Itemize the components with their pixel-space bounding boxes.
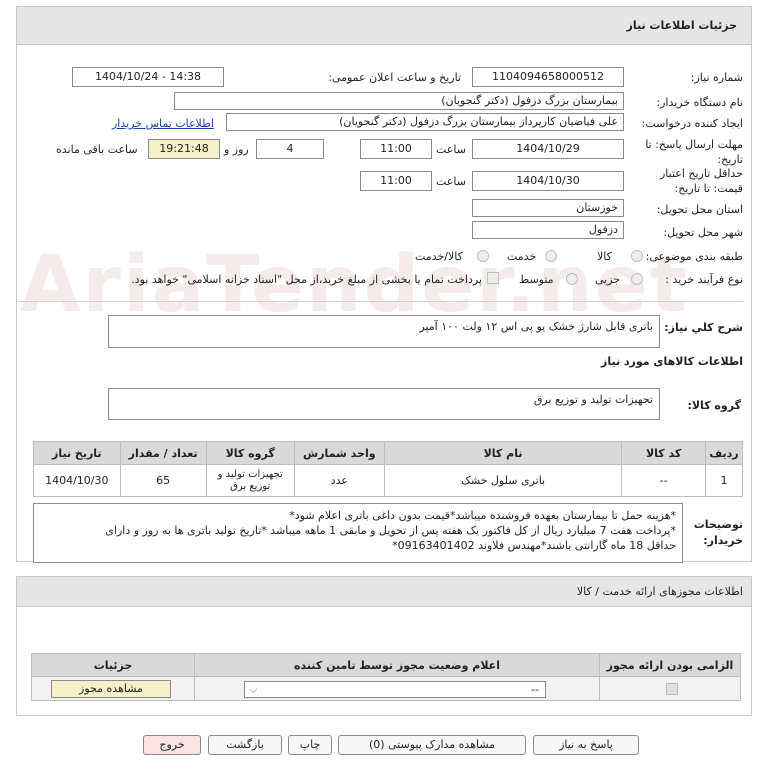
license-panel-header: اطلاعات مجوزهای ارائه خدمت / کالا [17, 577, 751, 607]
category-option-goods-service: کالا/خدمت [415, 250, 463, 263]
items-table-header: تاریخ نیاز تعداد / مقدار گروه کالا واحد … [33, 441, 743, 465]
chevron-down-icon: ⌵ [249, 683, 258, 696]
exit-button[interactable]: خروج [143, 735, 201, 755]
days-label: روز و [224, 143, 249, 156]
process-option-medium: متوسط [519, 273, 554, 286]
back-button[interactable]: بازگشت [208, 735, 282, 755]
col-unit: واحد شمارش [293, 441, 385, 465]
price-validity-date-field: 1404/10/30 [472, 171, 624, 191]
view-docs-button[interactable]: مشاهده مدارک پیوستی (0) [338, 735, 526, 755]
section-divider [18, 301, 743, 302]
payment-note: پرداخت تمام یا بخشی از مبلغ خرید،از محل … [131, 273, 482, 286]
goods-section-title: اطلاعات کالاهای مورد نیاز [601, 355, 743, 368]
buyer-note-line-3: حداقل 18 ماه گارانتی باشند*مهندس فلاوند … [392, 539, 676, 552]
need-number-field: 1104094658000512 [472, 67, 624, 87]
goods-group-label: گروه کالا: [687, 399, 741, 412]
city-field: دزفول [472, 221, 624, 239]
reply-button[interactable]: پاسخ به نیاز [533, 735, 639, 755]
category-option-goods: کالا [597, 250, 612, 263]
col-row-number: تاریخ نیاز [33, 441, 121, 465]
price-validity-time-field: 11:00 [360, 171, 432, 191]
table-row: 1404/10/30 65 تجهیزات تولید و توزیع برق … [33, 464, 743, 497]
col-license-status: اعلام وضعیت مجوز توسط تامین کننده [194, 653, 600, 677]
col-quantity: تعداد / مقدار [119, 441, 207, 465]
buyer-org-field: بیمارستان بزرگ دزفول (دکتر گنجویان) [174, 92, 624, 110]
buyer-note-line-2: *پرداخت هفت 7 میلیارد ریال از کل فاکتور … [105, 524, 676, 537]
category-radio-service[interactable] [545, 250, 557, 262]
summary-label: شرح كلي نياز: [664, 321, 743, 334]
category-radio-goods-service[interactable] [477, 250, 489, 262]
col-license-required: الزامی بودن ارائه مجوز [599, 653, 741, 677]
col-details: جزئیات [31, 653, 195, 677]
price-validity-time-label: ساعت [436, 175, 466, 188]
cell-unit: عدد [293, 464, 385, 497]
remaining-label: ساعت باقی مانده [56, 143, 138, 156]
treasury-payment-checkbox[interactable] [487, 272, 499, 284]
process-option-minor: جزیی [595, 273, 621, 286]
goods-group-textarea: تجهیزات تولید و توزیع برق [108, 388, 660, 420]
license-required-checkbox [666, 683, 678, 695]
cell-index: 1 [705, 464, 743, 497]
contact-buyer-link[interactable]: اطلاعات تماس خریدار [112, 117, 214, 130]
panel-header: جزئیات اطلاعات نیاز [17, 7, 751, 45]
announce-label: تاریخ و ساعت اعلان عمومی: [328, 71, 461, 84]
license-panel-title: اطلاعات مجوزهای ارائه خدمت / کالا [576, 585, 743, 598]
buyer-org-label: نام دستگاه خریدار: [656, 96, 743, 109]
city-label: شهر محل تحویل: [663, 226, 743, 239]
deadline-date-field: 1404/10/29 [472, 139, 624, 159]
cell-group: تجهیزات تولید و توزیع برق [205, 464, 295, 497]
view-license-button[interactable]: مشاهده مجوز [51, 680, 171, 698]
license-table-header: جزئیات اعلام وضعیت مجوز توسط تامین کننده… [31, 653, 741, 677]
items-table: تاریخ نیاز تعداد / مقدار گروه کالا واحد … [33, 441, 743, 497]
print-button[interactable]: چاپ [288, 735, 332, 755]
deadline-time-label: ساعت [436, 143, 466, 156]
need-number-label: شماره نیاز: [690, 71, 743, 84]
category-radio-goods[interactable] [631, 250, 643, 262]
deadline-label: مهلت ارسال پاسخ: تا تاریخ: [645, 138, 743, 166]
announce-field: 1404/10/24 - 14:38 [72, 67, 224, 87]
remaining-time-field: 19:21:48 [148, 139, 220, 159]
days-field: 4 [256, 139, 324, 159]
process-label: نوع فرآیند خرید : [665, 273, 743, 286]
price-validity-label: حداقل تاریخ اعتبار قیمت: تا تاریخ: [659, 167, 743, 195]
cell-need-date: 1404/10/30 [33, 464, 121, 497]
cell-quantity: 65 [119, 464, 207, 497]
summary-textarea: باتری قابل شارژ خشک یو پی اس ۱۲ ولت ۱۰۰ … [108, 315, 660, 348]
province-field: خوزستان [472, 199, 624, 217]
process-radio-medium[interactable] [566, 273, 578, 285]
category-label: طبقه بندی موضوعی: [645, 250, 743, 263]
license-status-select[interactable]: -- ⌵ [244, 681, 546, 698]
process-radio-minor[interactable] [631, 273, 643, 285]
col-index: ردیف [705, 441, 743, 465]
creator-field: علی فیاضیان کارپرداز بیمارستان بزرگ دزفو… [226, 113, 624, 131]
buyer-notes-label: توضیحات خریدار: [693, 518, 743, 547]
province-label: استان محل تحویل: [656, 203, 743, 216]
cell-name: باتری سلول خشک [383, 464, 623, 497]
cell-code: -- [621, 464, 707, 497]
license-status-value: -- [531, 683, 539, 696]
col-group: گروه کالا [205, 441, 295, 465]
category-option-service: خدمت [507, 250, 537, 263]
col-name: نام کالا [383, 441, 623, 465]
deadline-time-field: 11:00 [360, 139, 432, 159]
creator-label: ایجاد کننده درخواست: [641, 117, 743, 130]
buyer-note-line-1: *هزینه حمل تا بیمارستان بعهده فروشنده می… [289, 509, 676, 522]
col-code: کد کالا [621, 441, 707, 465]
panel-title: جزئیات اطلاعات نیاز [626, 19, 738, 32]
buyer-notes-textarea: *هزینه حمل تا بیمارستان بعهده فروشنده می… [33, 503, 683, 563]
